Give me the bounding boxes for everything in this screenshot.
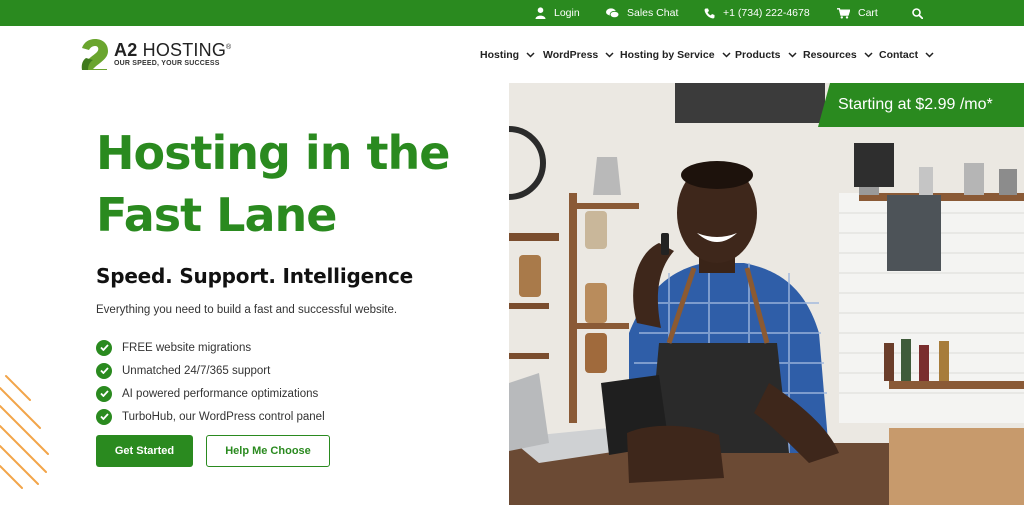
nav-products[interactable]: Products <box>735 46 797 64</box>
top-bar: Login Sales Chat +1 (734) 222-4678 Cart <box>0 0 1024 26</box>
sales-chat-link[interactable]: Sales Chat <box>606 0 678 26</box>
search-button[interactable] <box>912 0 931 26</box>
list-item: TurboHub, our WordPress control panel <box>96 405 325 428</box>
chat-icon <box>606 7 619 18</box>
hero-description: Everything you need to build a fast and … <box>96 304 398 316</box>
hero-subtitle: Speed. Support. Intelligence <box>96 264 414 288</box>
check-circle-icon <box>96 362 112 379</box>
list-item: Unmatched 24/7/365 support <box>96 359 325 382</box>
nav-wordpress-label: WordPress <box>543 49 599 61</box>
nav-wordpress[interactable]: WordPress <box>543 46 614 64</box>
nav-hosting[interactable]: Hosting <box>480 46 535 64</box>
hero-title: Hosting in the Fast Lane <box>96 126 450 242</box>
nav-contact[interactable]: Contact <box>879 46 934 64</box>
decorative-stripes <box>0 375 49 489</box>
cart-link[interactable]: Cart <box>837 0 878 26</box>
chevron-down-icon <box>864 52 873 58</box>
list-item: FREE website migrations <box>96 336 325 359</box>
hero-image <box>509 83 1024 505</box>
a2-hosting-logo[interactable]: A2 HOSTING® OUR SPEED, YOUR SUCCESS <box>80 38 240 72</box>
nav-contact-label: Contact <box>879 49 919 61</box>
feature-text: FREE website migrations <box>122 341 252 354</box>
feature-text: TurboHub, our WordPress control panel <box>122 410 325 423</box>
login-label: Login <box>554 7 580 19</box>
search-icon <box>912 7 923 19</box>
logo-tagline: OUR SPEED, YOUR SUCCESS <box>114 60 220 67</box>
chevron-down-icon <box>526 52 535 58</box>
feature-list: FREE website migrations Unmatched 24/7/3… <box>96 336 325 428</box>
logo-wordmark: A2 HOSTING® <box>114 40 232 60</box>
nav-resources[interactable]: Resources <box>803 46 873 64</box>
phone-number: +1 (734) 222-4678 <box>723 7 810 19</box>
phone-link[interactable]: +1 (734) 222-4678 <box>704 0 810 26</box>
chevron-down-icon <box>925 52 934 58</box>
list-item: AI powered performance optimizations <box>96 382 325 405</box>
nav-hosting-label: Hosting <box>480 49 520 61</box>
check-circle-icon <box>96 339 112 356</box>
a2-logo-mark-icon <box>81 39 108 70</box>
chevron-down-icon <box>787 52 797 58</box>
check-circle-icon <box>96 408 112 425</box>
nav-products-label: Products <box>735 49 781 61</box>
chevron-down-icon <box>722 52 731 58</box>
user-icon <box>535 7 546 19</box>
cafe-owner-photo <box>509 83 1024 505</box>
nav-hosting-by-service[interactable]: Hosting by Service <box>620 46 731 64</box>
nav-hosting-by-service-label: Hosting by Service <box>620 49 715 61</box>
phone-icon <box>704 8 715 18</box>
feature-text: AI powered performance optimizations <box>122 387 319 400</box>
sales-chat-label: Sales Chat <box>627 7 679 19</box>
feature-text: Unmatched 24/7/365 support <box>122 364 271 377</box>
price-badge: Starting at $2.99 /mo* <box>818 83 1024 127</box>
get-started-button[interactable]: Get Started <box>96 435 193 467</box>
chevron-down-icon <box>605 52 614 58</box>
help-me-choose-button[interactable]: Help Me Choose <box>206 435 330 467</box>
cart-icon <box>837 7 850 19</box>
check-circle-icon <box>96 385 112 402</box>
login-link[interactable]: Login <box>535 0 580 26</box>
nav-resources-label: Resources <box>803 49 857 61</box>
cart-label: Cart <box>858 7 878 19</box>
